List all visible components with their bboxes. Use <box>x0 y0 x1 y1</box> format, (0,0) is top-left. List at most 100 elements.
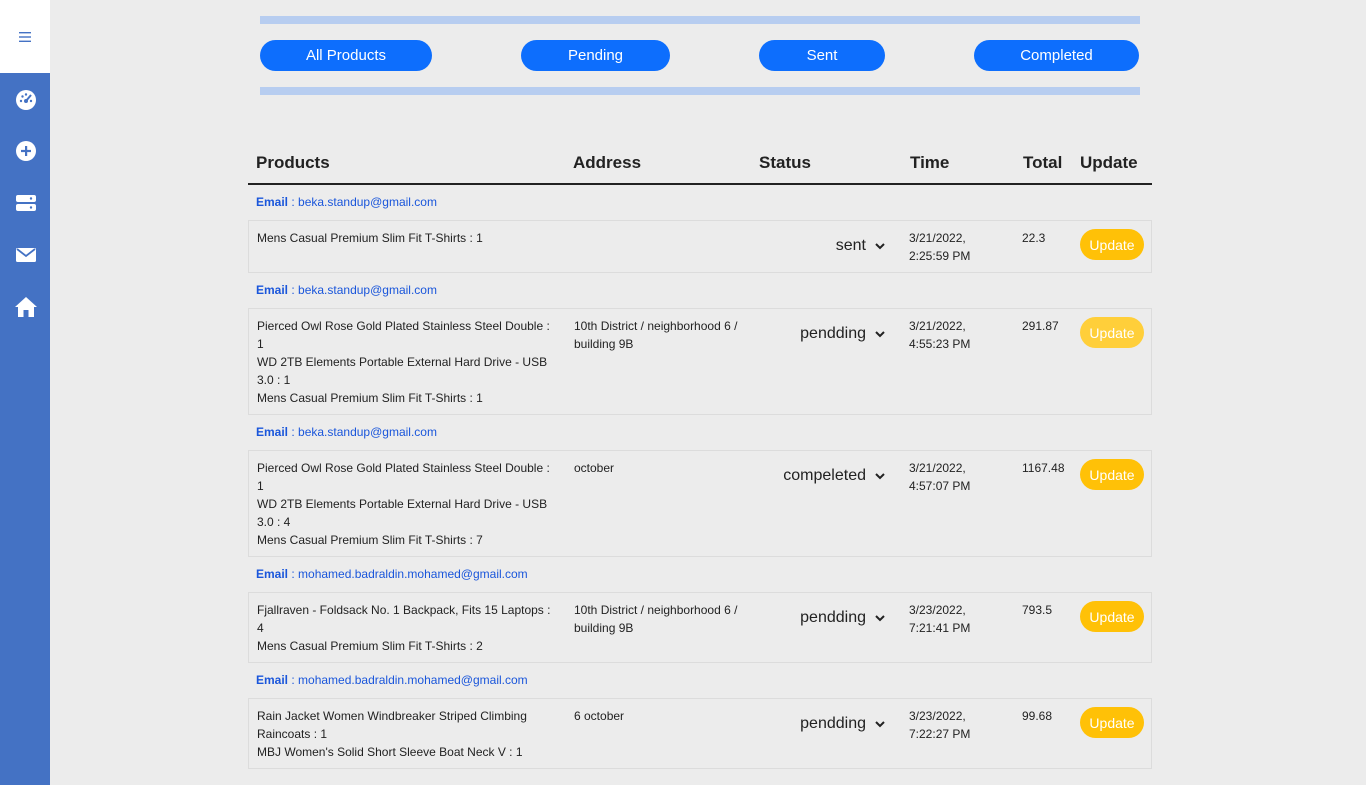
product-line: WD 2TB Elements Portable External Hard D… <box>257 497 548 511</box>
header-time: Time <box>910 153 950 172</box>
time-clock: 7:22:27 PM <box>909 727 971 741</box>
product-line: Pierced Owl Rose Gold Plated Stainless S… <box>257 461 550 475</box>
status-value: pendding <box>800 609 866 626</box>
order-email: mohamed.badraldin.mohamed@gmail.com <box>298 673 528 687</box>
products-cell: Pierced Owl Rose Gold Plated Stainless S… <box>257 317 557 407</box>
address-cell: october <box>574 461 615 475</box>
status-value: compeleted <box>783 467 866 484</box>
status-value: pendding <box>800 325 866 342</box>
time-cell: 3/23/2022, 7:21:41 PM <box>909 601 999 637</box>
product-line: Fjallraven - Foldsack No. 1 Backpack, Fi… <box>257 603 551 617</box>
total-cell: 99.68 <box>1022 709 1053 723</box>
server-icon[interactable] <box>14 191 38 215</box>
time-cell: 3/21/2022, 2:25:59 PM <box>909 229 999 265</box>
time-date: 3/21/2022, <box>909 319 966 333</box>
time-clock: 4:57:07 PM <box>909 479 971 493</box>
product-line: MBJ Women's Solid Short Sleeve Boat Neck… <box>257 745 523 759</box>
filter-all-products-button[interactable]: All Products <box>260 40 432 71</box>
status-select[interactable]: pendding <box>769 321 894 347</box>
update-button[interactable]: Update <box>1080 707 1144 738</box>
total-cell: 22.3 <box>1022 231 1046 245</box>
email-separator: : <box>288 425 299 439</box>
address-cell: 6 october <box>574 709 625 723</box>
chevron-down-icon <box>874 717 886 735</box>
sidebar <box>0 0 50 785</box>
chevron-down-icon <box>874 611 886 629</box>
header-address: Address <box>573 153 642 172</box>
table-row: Fjallraven - Foldsack No. 1 Backpack, Fi… <box>248 592 1152 663</box>
table-row: Pierced Owl Rose Gold Plated Stainless S… <box>248 450 1152 557</box>
time-cell: 3/23/2022, 7:22:27 PM <box>909 707 999 743</box>
update-button[interactable]: Update <box>1080 459 1144 490</box>
orders-body: Email : beka.standup@gmail.com Mens Casua… <box>248 185 1152 769</box>
total-cell: 291.87 <box>1022 319 1059 333</box>
order-email-line: Email : mohamed.badraldin.mohamed@gmail.… <box>248 663 1152 698</box>
products-cell: Rain Jacket Women Windbreaker Striped Cl… <box>257 707 557 761</box>
table-row: Mens Casual Premium Slim Fit T-Shirts : … <box>248 220 1152 273</box>
order-email-line: Email : mohamed.badraldin.mohamed@gmail.… <box>248 557 1152 592</box>
status-select[interactable]: compeleted <box>769 463 894 489</box>
hamburger-icon[interactable] <box>0 0 50 73</box>
add-circle-icon[interactable] <box>14 139 38 163</box>
dashboard-icon[interactable] <box>14 88 38 112</box>
total-cell: 1167.48 <box>1022 461 1065 475</box>
products-cell: Pierced Owl Rose Gold Plated Stainless S… <box>257 459 557 549</box>
status-select[interactable]: pendding <box>769 711 894 737</box>
time-cell: 3/21/2022, 4:57:07 PM <box>909 459 999 495</box>
update-button[interactable]: Update <box>1080 229 1144 260</box>
order-email: beka.standup@gmail.com <box>298 283 437 297</box>
address-cell: 10th District / neighborhood 6 / buildin… <box>574 603 738 635</box>
time-date: 3/21/2022, <box>909 231 966 245</box>
product-line: Mens Casual Premium Slim Fit T-Shirts : … <box>257 639 483 653</box>
product-line: 3.0 : 1 <box>257 373 291 387</box>
update-button[interactable]: Update <box>1080 317 1144 348</box>
total-cell: 793.5 <box>1022 603 1053 617</box>
bottom-divider-bar <box>260 87 1140 95</box>
table-header: Products Address Status Time Total Updat… <box>248 140 1152 185</box>
time-clock: 2:25:59 PM <box>909 249 971 263</box>
status-value: sent <box>835 237 866 254</box>
home-icon[interactable] <box>14 295 38 319</box>
filter-sent-button[interactable]: Sent <box>759 40 885 71</box>
email-label: Email <box>256 425 289 439</box>
chevron-down-icon <box>874 469 886 487</box>
header-update: Update <box>1080 153 1138 172</box>
status-select[interactable]: pendding <box>769 605 894 631</box>
email-separator: : <box>288 673 299 687</box>
product-line: 3.0 : 4 <box>257 515 291 529</box>
filter-completed-button[interactable]: Completed <box>974 40 1139 71</box>
status-value: pendding <box>800 715 866 732</box>
product-line: Raincoats : 1 <box>257 727 328 741</box>
header-status: Status <box>759 153 811 172</box>
product-line: Pierced Owl Rose Gold Plated Stainless S… <box>257 319 550 333</box>
order-email: mohamed.badraldin.mohamed@gmail.com <box>298 567 528 581</box>
email-label: Email <box>256 567 289 581</box>
status-select[interactable]: sent <box>769 233 894 259</box>
order-email: beka.standup@gmail.com <box>298 195 437 209</box>
email-separator: : <box>288 195 299 209</box>
email-separator: : <box>288 283 299 297</box>
time-date: 3/23/2022, <box>909 603 966 617</box>
filter-pending-button[interactable]: Pending <box>521 40 670 71</box>
orders-table: Products Address Status Time Total Updat… <box>248 140 1152 769</box>
mail-icon[interactable] <box>14 243 38 267</box>
time-cell: 3/21/2022, 4:55:23 PM <box>909 317 999 353</box>
top-divider-bar <box>260 16 1140 24</box>
header-products: Products <box>256 153 330 172</box>
chevron-down-icon <box>874 239 886 257</box>
chevron-down-icon <box>874 327 886 345</box>
product-line: WD 2TB Elements Portable External Hard D… <box>257 355 548 369</box>
email-separator: : <box>288 567 299 581</box>
order-email-line: Email : beka.standup@gmail.com <box>248 273 1152 308</box>
product-line: Mens Casual Premium Slim Fit T-Shirts : … <box>257 391 483 405</box>
update-button[interactable]: Update <box>1080 601 1144 632</box>
time-clock: 7:21:41 PM <box>909 621 971 635</box>
order-email-line: Email : beka.standup@gmail.com <box>248 415 1152 450</box>
product-line: Mens Casual Premium Slim Fit T-Shirts : … <box>257 231 483 245</box>
header-total: Total <box>1023 153 1063 172</box>
product-line: Rain Jacket Women Windbreaker Striped Cl… <box>257 709 527 723</box>
address-cell: 10th District / neighborhood 6 / buildin… <box>574 319 738 351</box>
email-label: Email <box>256 283 289 297</box>
email-label: Email <box>256 195 289 209</box>
order-email-line: Email : beka.standup@gmail.com <box>248 185 1152 220</box>
